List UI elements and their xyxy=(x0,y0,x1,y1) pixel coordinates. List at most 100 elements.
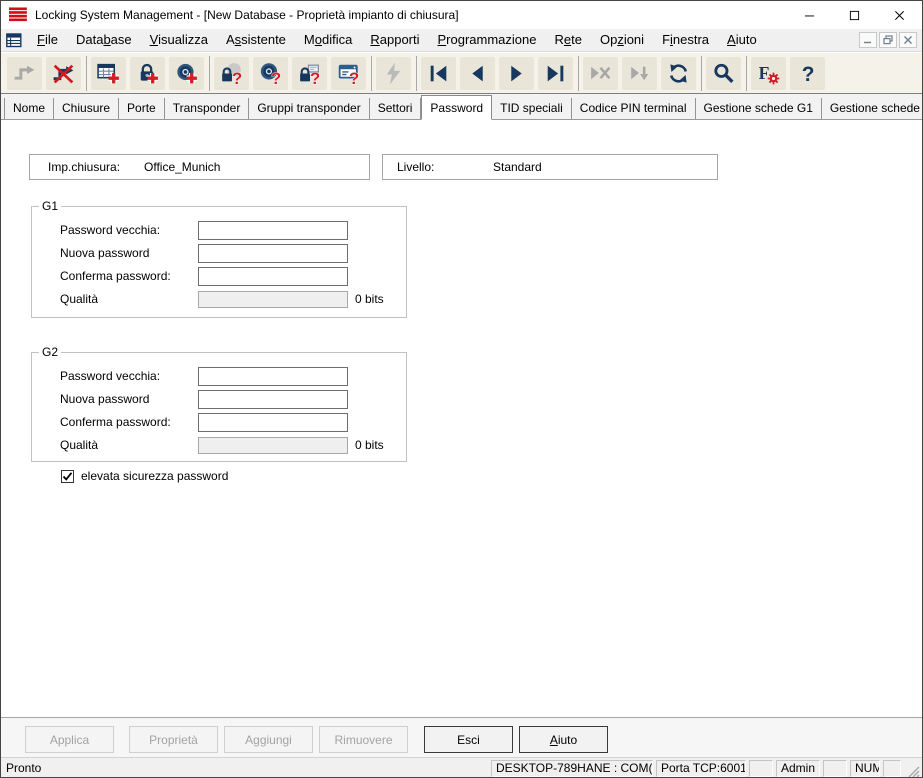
level-box: Livello: Standard xyxy=(382,154,718,180)
close-button[interactable] xyxy=(877,1,922,29)
g1-legend: G1 xyxy=(42,199,59,213)
g1-old-password-input[interactable] xyxy=(198,220,348,240)
g2-confirm-password-label: Conferma password: xyxy=(60,415,171,429)
first-record-icon xyxy=(426,61,451,86)
toolbar: ???? F? xyxy=(1,53,922,94)
menu-file[interactable]: File xyxy=(28,29,67,51)
window-title: Locking System Management - [New Databas… xyxy=(35,8,459,22)
aiuto-button[interactable]: Aiuto xyxy=(519,726,608,753)
maximize-button[interactable] xyxy=(832,1,877,29)
tab-gestione-schede-g2[interactable]: Gestione schede G2 xyxy=(821,98,922,119)
resize-grip[interactable] xyxy=(904,762,920,777)
read-lock-card-icon: ? xyxy=(297,61,322,86)
g2-new-password-input[interactable] xyxy=(198,389,348,409)
read-transponder-button[interactable]: ? xyxy=(253,56,288,90)
read-lock-button[interactable]: ? xyxy=(214,56,249,90)
new-transponder-button[interactable] xyxy=(169,56,204,90)
g1-new-password-input[interactable] xyxy=(198,243,348,263)
menu-rapporti[interactable]: Rapporti xyxy=(361,29,428,51)
esci-button[interactable]: Esci xyxy=(424,726,513,753)
svg-text:?: ? xyxy=(349,68,359,85)
search-button[interactable] xyxy=(706,56,741,90)
help-icon: ? xyxy=(795,61,820,86)
filter-settings-button[interactable]: F xyxy=(751,56,786,90)
menu-modifica[interactable]: Modifica xyxy=(295,29,361,51)
first-record-button[interactable] xyxy=(421,56,456,90)
tab-porte[interactable]: Porte xyxy=(119,98,165,119)
svg-text:F: F xyxy=(759,63,770,83)
mdi-close-button[interactable] xyxy=(899,32,917,48)
program-button[interactable] xyxy=(376,56,411,90)
read-lock-card-button[interactable]: ? xyxy=(292,56,327,90)
program-icon xyxy=(381,61,406,86)
titlebar: Locking System Management - [New Databas… xyxy=(1,1,922,29)
new-locking-system-button[interactable] xyxy=(91,56,126,90)
continue-search-button[interactable] xyxy=(622,56,657,90)
menu-opzioni[interactable]: Opzioni xyxy=(591,29,653,51)
toolbar-separator xyxy=(371,55,372,91)
tab-chiusure[interactable]: Chiusure xyxy=(54,98,120,119)
status-segment-6 xyxy=(883,759,901,777)
mdi-restore-button[interactable] xyxy=(879,32,897,48)
g1-groupbox: G1 Password vecchia: Nuova password Conf… xyxy=(31,199,407,318)
menu-finestra[interactable]: Finestra xyxy=(653,29,718,51)
connect-button[interactable] xyxy=(7,56,42,90)
cancel-search-button[interactable] xyxy=(583,56,618,90)
read-card-icon: ? xyxy=(336,61,361,86)
tab-codice-pin-terminal[interactable]: Codice PIN terminal xyxy=(571,98,696,119)
status-ready-text: Pronto xyxy=(6,761,42,775)
previous-record-button[interactable] xyxy=(460,56,495,90)
menu-rete[interactable]: Rete xyxy=(546,29,591,51)
next-record-icon xyxy=(504,61,529,86)
disconnect-button[interactable] xyxy=(46,56,81,90)
new-lock-icon xyxy=(135,61,160,86)
toolbar-separator xyxy=(578,55,579,91)
tab-settori[interactable]: Settori xyxy=(369,98,422,119)
tab-gruppi-transponder[interactable]: Gruppi transponder xyxy=(249,98,370,119)
high-security-checkbox[interactable] xyxy=(61,469,74,483)
new-lock-button[interactable] xyxy=(130,56,165,90)
g2-quality-label: Qualità xyxy=(60,438,99,452)
status-segment-4 xyxy=(823,759,847,777)
last-record-icon xyxy=(543,61,568,86)
status-segment-2 xyxy=(749,759,773,777)
last-record-button[interactable] xyxy=(538,56,573,90)
next-record-button[interactable] xyxy=(499,56,534,90)
read-transponder-icon: ? xyxy=(258,61,283,86)
refresh-button[interactable] xyxy=(661,56,696,90)
menu-assistente[interactable]: Assistente xyxy=(217,29,295,51)
level-label: Livello: xyxy=(397,160,435,174)
g1-confirm-password-label: Conferma password: xyxy=(60,269,171,283)
read-card-button[interactable]: ? xyxy=(331,56,366,90)
menu-aiuto[interactable]: Aiuto xyxy=(718,29,766,51)
g2-confirm-password-input[interactable] xyxy=(198,412,348,432)
toolbar-separator xyxy=(416,55,417,91)
help-button[interactable]: ? xyxy=(790,56,825,90)
g2-quality-bits: 0 bits xyxy=(355,438,384,452)
g1-quality-bits: 0 bits xyxy=(355,292,384,306)
mdi-minimize-button[interactable] xyxy=(859,32,877,48)
status-segment-5: NUM xyxy=(850,759,880,777)
tab-nome[interactable]: Nome xyxy=(4,98,55,119)
menu-list: File Database Visualizza Assistente Modifica… xyxy=(28,29,766,51)
tab-transponder[interactable]: Transponder xyxy=(164,98,250,119)
toolbar-separator xyxy=(86,55,87,91)
level-value: Standard xyxy=(493,160,542,174)
tab-gestione-schede-g1[interactable]: Gestione schede G1 xyxy=(695,98,822,119)
app-logo-icon xyxy=(9,7,28,23)
tab-tid-speciali[interactable]: TID speciali xyxy=(492,98,572,119)
statusbar: Pronto DESKTOP-789HANE : COM(*) Porta TCP… xyxy=(1,757,922,777)
menu-programmazione[interactable]: Programmazione xyxy=(429,29,546,51)
g1-quality-bar xyxy=(198,290,348,308)
menu-database[interactable]: Database xyxy=(67,29,141,51)
minimize-button[interactable] xyxy=(787,1,832,29)
g1-confirm-password-input[interactable] xyxy=(198,266,348,286)
tab-password[interactable]: Password xyxy=(421,95,493,120)
locking-system-label: Imp.chiusura: xyxy=(48,160,121,174)
menu-visualizza[interactable]: Visualizza xyxy=(141,29,217,51)
svg-text:?: ? xyxy=(271,68,281,85)
svg-text:?: ? xyxy=(802,62,815,85)
g2-old-password-input[interactable] xyxy=(198,366,348,386)
g2-groupbox: G2 Password vecchia: Nuova password Conf… xyxy=(31,345,407,462)
continue-search-icon xyxy=(627,61,652,86)
